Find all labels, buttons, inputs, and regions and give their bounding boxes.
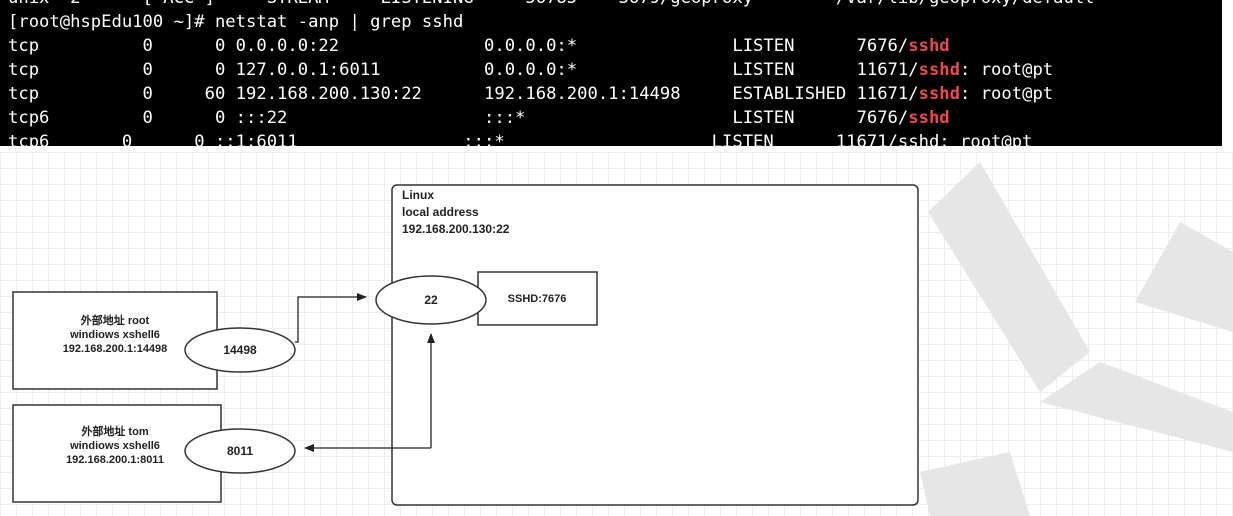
client-tom-address: 192.168.200.1:8011 (66, 454, 164, 466)
diagram-canvas: Linux local address 192.168.200.130:22 S… (12, 162, 1233, 516)
terminal-pid: 7676/ (856, 36, 909, 56)
terminal-program-user: : root@pt (960, 84, 1054, 104)
client-tom-title: 外部地址 tom (80, 424, 148, 438)
sshd-process-label: SSHD:7676 (508, 293, 567, 305)
watermark-shapes (920, 162, 1233, 516)
terminal-partial-line-bottom: tcp6 0 0 ::1:6011 :::* LISTEN 11671/sshd… (8, 132, 1033, 146)
terminal-row: tcp 0 60 192.168.200.130:22 192.168.200.… (8, 82, 1053, 106)
client-root-app: windiows xshell6 (69, 329, 160, 341)
client-tom-app: windiows xshell6 (69, 440, 160, 452)
terminal-program-user: : root@pt (960, 60, 1054, 80)
terminal-row-fields: tcp 0 0 127.0.0.1:6011 0.0.0.0:* LISTEN (8, 60, 857, 80)
terminal-row: tcp 0 0 0.0.0.0:22 0.0.0.0:* LISTEN 7676… (8, 34, 950, 58)
client-root-address: 192.168.200.1:14498 (63, 343, 168, 355)
terminal-program-name: sshd (918, 84, 961, 104)
client-root-title: 外部地址 root (80, 313, 150, 327)
linux-host-label: Linux (402, 188, 434, 202)
terminal-row-fields: tcp 0 0 0.0.0.0:22 0.0.0.0:* LISTEN (8, 36, 857, 56)
port-14498-label: 14498 (223, 343, 257, 357)
terminal-pid: 11671/ (856, 60, 919, 80)
terminal-row: tcp6 0 0 :::22 :::* LISTEN 7676/sshd (8, 106, 950, 130)
terminal-prompt-line: [root@hspEdu100 ~]# netstat -anp | grep … (8, 12, 464, 32)
terminal-window[interactable]: unix 2 [ ACC ] STREAM LISTENING 56785 36… (0, 0, 1222, 146)
terminal-program-name: sshd (908, 36, 950, 56)
terminal-pid: 11671/ (856, 84, 919, 104)
connection-arrow-root (295, 293, 367, 343)
terminal-pid: 7676/ (856, 108, 909, 128)
terminal-row-fields: tcp6 0 0 :::22 :::* LISTEN (8, 108, 857, 128)
network-diagram: Linux local address 192.168.200.130:22 S… (0, 152, 1233, 516)
terminal-row: tcp 0 0 127.0.0.1:6011 0.0.0.0:* LISTEN … (8, 58, 1053, 82)
terminal-program-name: sshd (918, 60, 961, 80)
terminal-partial-line-top: unix 2 [ ACC ] STREAM LISTENING 56785 36… (8, 0, 1095, 10)
local-address-value: 192.168.200.130:22 (402, 222, 510, 236)
terminal-program-name: sshd (908, 108, 950, 128)
local-address-label: local address (402, 205, 479, 219)
terminal-row-fields: tcp 0 60 192.168.200.130:22 192.168.200.… (8, 84, 857, 104)
port-22-label: 22 (424, 293, 438, 307)
port-8011-label: 8011 (227, 444, 253, 458)
